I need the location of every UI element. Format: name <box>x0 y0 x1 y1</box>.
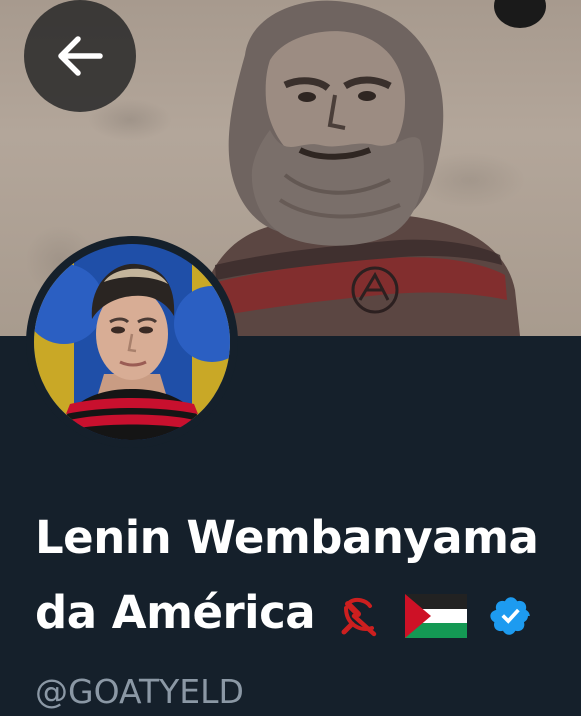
avatar-image <box>34 244 230 440</box>
back-button[interactable] <box>24 0 136 112</box>
display-name-line-1: Lenin Wembanyama <box>35 511 539 564</box>
arrow-left-icon <box>58 36 103 76</box>
profile-display-name: Lenin Wembanyama da América <box>35 500 575 650</box>
profile-handle: @GOATYELD <box>35 672 244 711</box>
avatar[interactable] <box>26 236 238 448</box>
verified-badge-icon[interactable] <box>489 594 533 638</box>
palestine-flag-icon <box>405 594 468 638</box>
hammer-sickle-icon <box>341 597 377 637</box>
display-name-line-2: da América <box>35 586 316 639</box>
